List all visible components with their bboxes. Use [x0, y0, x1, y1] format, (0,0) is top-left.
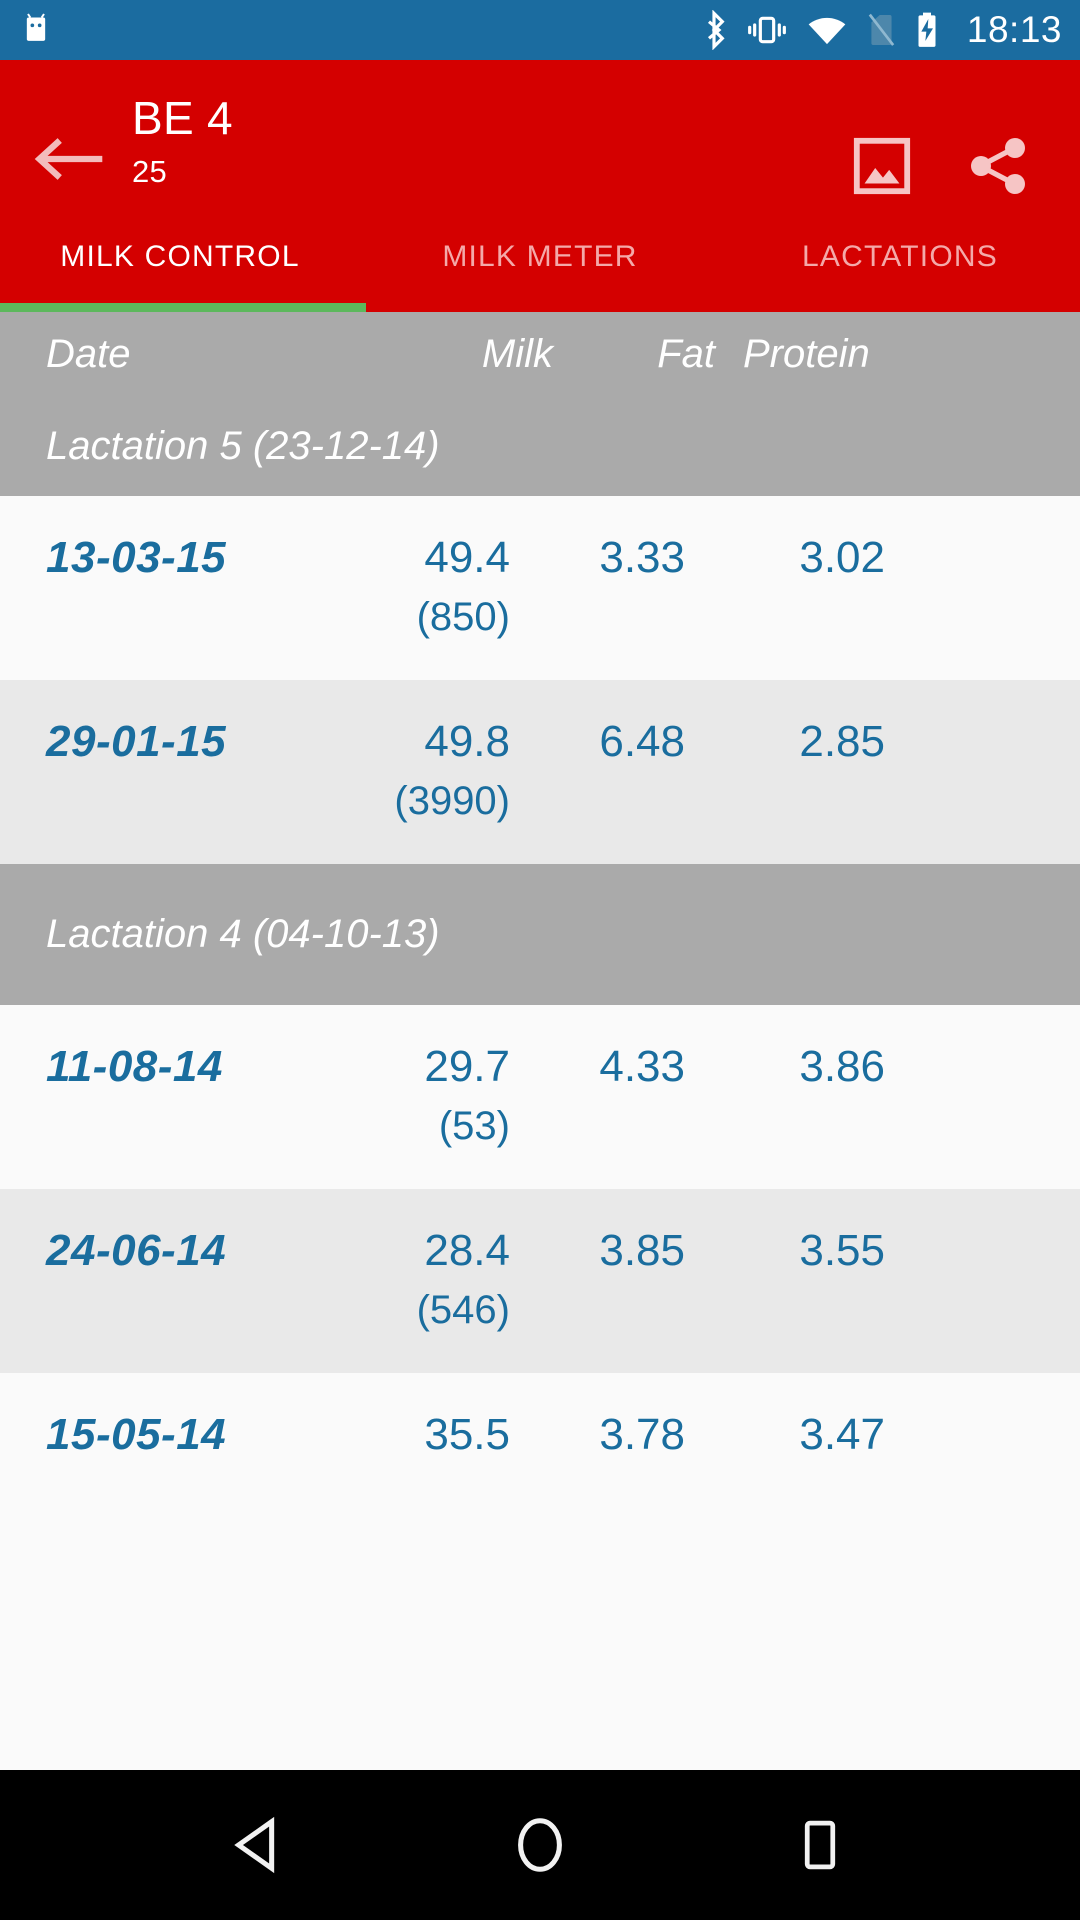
table-column-headers: Date Milk Fat Protein [0, 312, 1080, 396]
android-mascot-icon [16, 10, 56, 50]
no-sim-icon [865, 10, 897, 50]
vibrate-icon [745, 10, 789, 50]
wifi-icon [805, 10, 849, 50]
cell-date: 11-08-14 [46, 1042, 223, 1091]
cell-fat: 3.85 [599, 1226, 685, 1275]
table-header-block: Date Milk Fat Protein Lactation 5 (23-12… [0, 312, 1080, 496]
app-bar-top: BE 4 25 [0, 60, 1080, 228]
cell-protein: 3.47 [799, 1410, 885, 1459]
cell-milk-subvalue: (3990) [394, 779, 510, 824]
tab-milk-meter[interactable]: MILK METER [360, 228, 720, 274]
status-bar-clock: 18:13 [966, 9, 1062, 50]
tab-lactations[interactable]: LACTATIONS [720, 228, 1080, 274]
app-bar-titles: BE 4 25 [132, 94, 233, 190]
column-header-milk: Milk [481, 331, 553, 376]
share-icon [971, 138, 1025, 194]
cell-date: 13-03-15 [46, 533, 227, 582]
cell-date: 24-06-14 [46, 1226, 227, 1275]
table-row[interactable]: 11-08-14 29.7 (53) 4.33 3.86 [0, 1005, 1080, 1189]
table-row[interactable]: 29-01-15 49.8 (3990) 6.48 2.85 [0, 680, 1080, 864]
status-bar-left [16, 10, 56, 50]
app-bar: BE 4 25 MILK CONTROL MILK METER LACTATIO… [0, 60, 1080, 312]
cell-milk-value: 49.8 [424, 717, 510, 766]
cell-milk-subvalue: (850) [416, 595, 510, 640]
cell-fat: 3.33 [599, 533, 685, 582]
cell-fat: 6.48 [599, 717, 685, 766]
column-header-fat: Fat [657, 331, 715, 376]
image-chart-icon [853, 137, 911, 195]
tab-indicator [0, 303, 366, 312]
cell-milk-value: 49.4 [424, 533, 510, 582]
milk-control-table[interactable]: Date Milk Fat Protein Lactation 5 (23-12… [0, 312, 1080, 1770]
nav-home-button[interactable] [480, 1785, 600, 1905]
cell-fat: 3.78 [599, 1410, 685, 1459]
cell-milk: 35.5 [365, 1407, 510, 1469]
back-button[interactable] [14, 104, 124, 214]
column-header-date: Date [46, 331, 131, 376]
navigation-bar [0, 1770, 1080, 1920]
image-chart-button[interactable] [834, 118, 930, 214]
cell-milk: 28.4 (546) [365, 1223, 510, 1337]
page-title: BE 4 [132, 92, 233, 144]
table-row[interactable]: 15-05-14 35.5 3.78 3.47 [0, 1373, 1080, 1557]
status-bar: 18:13 [0, 0, 1080, 60]
column-header-protein: Protein [743, 331, 870, 376]
share-button[interactable] [950, 118, 1046, 214]
cell-protein: 3.55 [799, 1226, 885, 1275]
table-row[interactable]: 13-03-15 49.4 (850) 3.33 3.02 [0, 496, 1080, 680]
nav-back-button[interactable] [200, 1785, 320, 1905]
table-row[interactable]: 24-06-14 28.4 (546) 3.85 3.55 [0, 1189, 1080, 1373]
cell-milk-value: 29.7 [424, 1042, 510, 1091]
nav-home-icon [518, 1818, 562, 1872]
cell-milk: 29.7 (53) [365, 1039, 510, 1153]
cell-protein: 2.85 [799, 717, 885, 766]
tab-milk-control[interactable]: MILK CONTROL [0, 228, 360, 274]
cell-milk-subvalue: (53) [438, 1104, 510, 1149]
nav-back-icon [234, 1816, 275, 1874]
battery-charging-icon [913, 10, 941, 50]
cell-protein: 3.02 [799, 533, 885, 582]
status-bar-right: 18:13 [699, 9, 1062, 51]
group-header-lactation-4: Lactation 4 (04-10-13) [0, 864, 1080, 1005]
cell-milk-value: 35.5 [424, 1410, 510, 1459]
group-header-lactation-5: Lactation 5 (23-12-14) [0, 396, 1080, 496]
cell-protein: 3.86 [799, 1042, 885, 1091]
tab-bar: MILK CONTROL MILK METER LACTATIONS [0, 228, 1080, 312]
page-subtitle: 25 [132, 154, 168, 190]
cell-date: 29-01-15 [46, 717, 227, 766]
cell-milk-subvalue: (546) [416, 1288, 510, 1333]
cell-milk-value: 28.4 [424, 1226, 510, 1275]
app-root: 18:13 BE 4 25 MILK CONTROL MILK METER LA… [0, 0, 1080, 1920]
bluetooth-icon [699, 10, 729, 50]
nav-recents-icon [804, 1820, 836, 1870]
nav-recents-button[interactable] [760, 1785, 880, 1905]
cell-fat: 4.33 [599, 1042, 685, 1091]
cell-milk: 49.8 (3990) [365, 714, 510, 828]
cell-date: 15-05-14 [46, 1410, 227, 1459]
back-arrow-icon [34, 138, 103, 180]
app-bar-actions [834, 82, 1080, 214]
cell-milk: 49.4 (850) [365, 530, 510, 644]
